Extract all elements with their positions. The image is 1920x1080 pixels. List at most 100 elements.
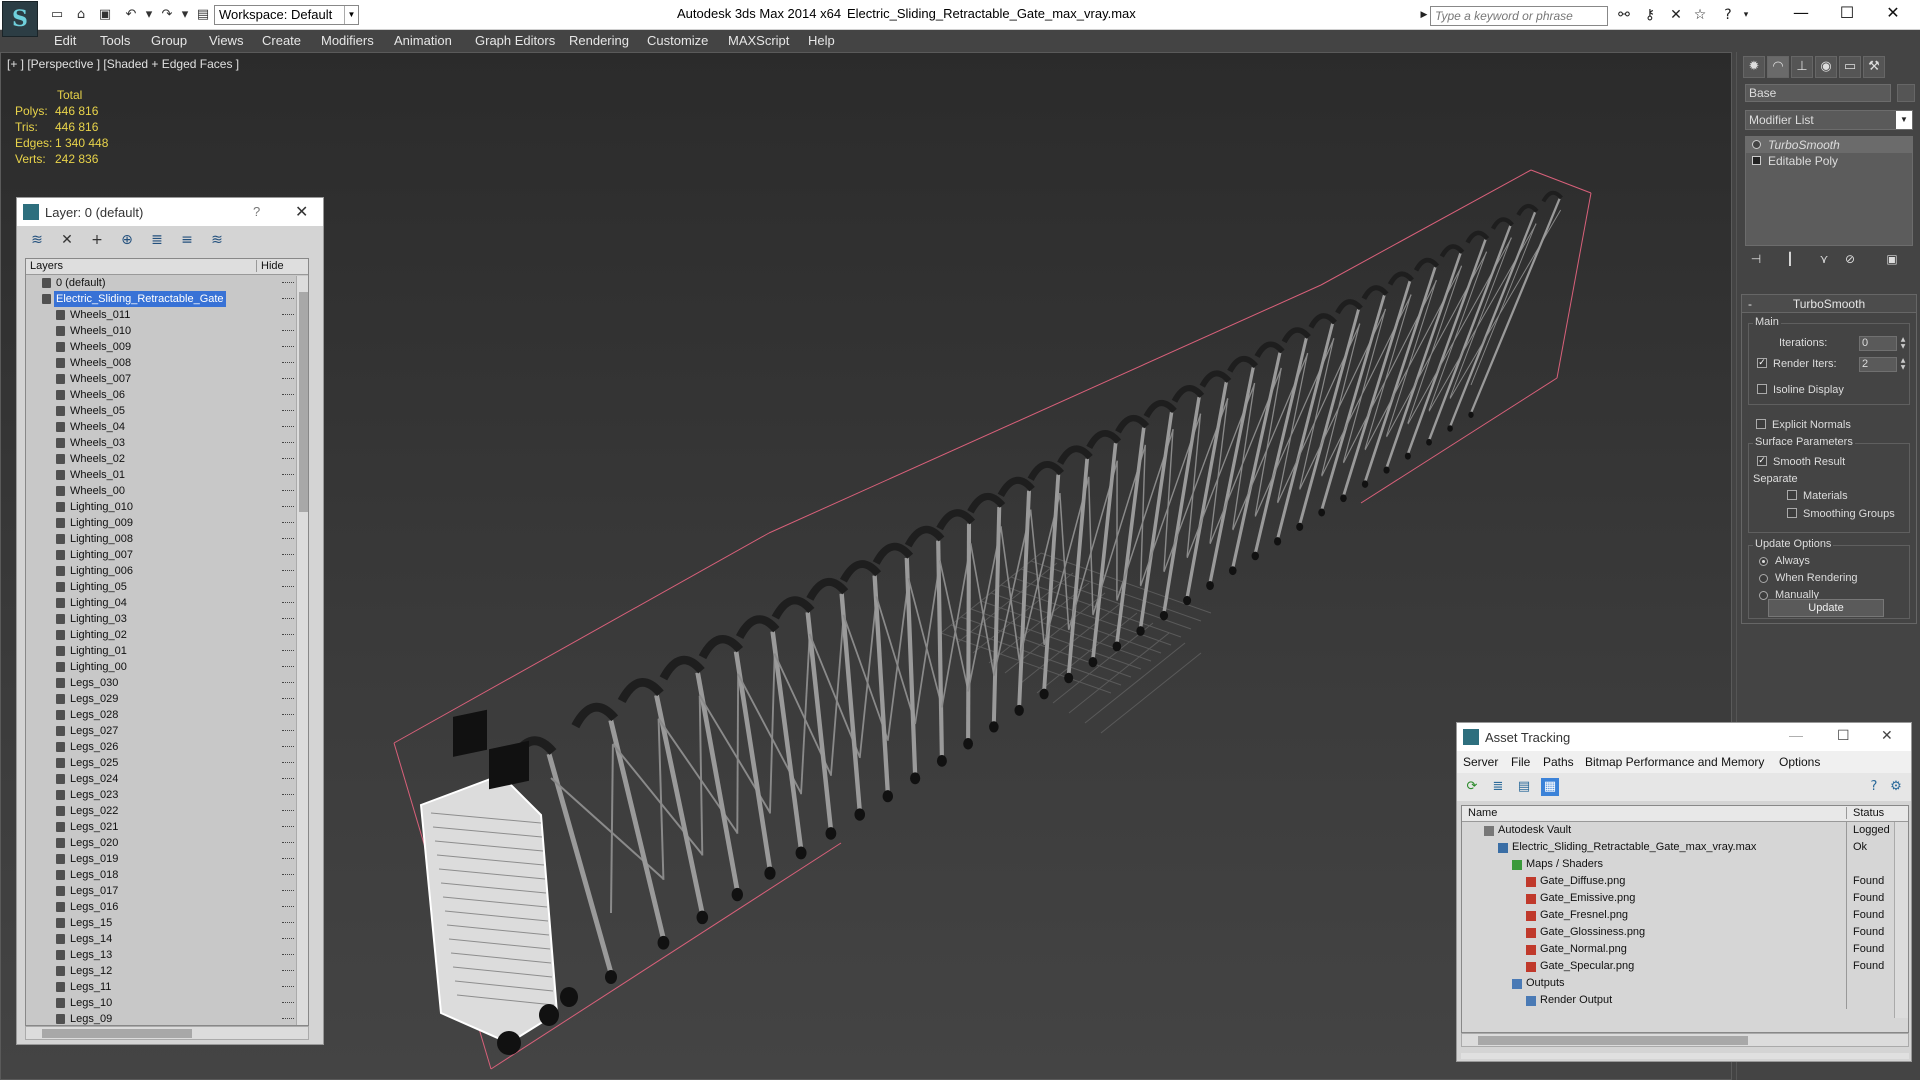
hide-toggle[interactable]: [282, 554, 294, 556]
minimize-icon[interactable]: —: [1778, 0, 1824, 30]
undo-dropdown-icon[interactable]: ▾: [140, 6, 158, 24]
menu-bitmap-performance[interactable]: Bitmap Performance and Memory: [1585, 755, 1764, 769]
layer-row[interactable]: Legs_027: [26, 723, 308, 739]
smooth-result-checkbox[interactable]: ✓: [1757, 456, 1767, 466]
collapse-icon[interactable]: -: [1748, 295, 1752, 313]
asset-row[interactable]: Maps / Shaders: [1462, 856, 1908, 873]
hide-toggle[interactable]: [282, 570, 294, 572]
close-icon[interactable]: ✕: [1881, 727, 1893, 744]
highlight-layer-icon[interactable]: ≡: [177, 230, 197, 250]
hide-toggle[interactable]: [282, 970, 294, 972]
asset-row[interactable]: Gate_Normal.png Found: [1462, 941, 1908, 958]
menu-help[interactable]: Help: [808, 33, 835, 48]
add-selection-icon[interactable]: ⊕: [117, 230, 137, 250]
select-objects-icon[interactable]: ≣: [147, 230, 167, 250]
hide-toggle[interactable]: [282, 634, 294, 636]
motion-tab-icon[interactable]: ◉: [1815, 56, 1837, 78]
menu-file[interactable]: File: [1511, 755, 1530, 769]
layer-row[interactable]: Legs_025: [26, 755, 308, 771]
layer-row[interactable]: Lighting_010: [26, 499, 308, 515]
hide-toggle[interactable]: [282, 778, 294, 780]
menu-create[interactable]: Create: [262, 33, 301, 48]
layer-explorer-titlebar[interactable]: Layer: 0 (default) ? ✕: [17, 198, 323, 226]
hide-toggle[interactable]: [282, 282, 294, 284]
layer-row[interactable]: Legs_15: [26, 915, 308, 931]
layer-row[interactable]: Legs_019: [26, 851, 308, 867]
hide-toggle[interactable]: [282, 442, 294, 444]
hide-toggle[interactable]: [282, 522, 294, 524]
make-unique-icon[interactable]: ⋎: [1815, 252, 1833, 268]
hide-toggle[interactable]: [282, 506, 294, 508]
layer-row[interactable]: Legs_024: [26, 771, 308, 787]
layer-row[interactable]: Wheels_00: [26, 483, 308, 499]
search-input[interactable]: Type a keyword or phrase: [1430, 6, 1608, 26]
layer-row[interactable]: Wheels_05: [26, 403, 308, 419]
layer-row[interactable]: Legs_11: [26, 979, 308, 995]
hide-toggle[interactable]: [282, 1002, 294, 1004]
vertical-scrollbar[interactable]: [296, 276, 308, 1025]
layer-row[interactable]: Lighting_04: [26, 595, 308, 611]
stack-item-turbosmooth[interactable]: TurboSmooth: [1746, 137, 1912, 153]
favorites-icon[interactable]: ☆: [1690, 6, 1710, 24]
binoculars-icon[interactable]: ⚯: [1614, 6, 1634, 24]
asset-row[interactable]: Gate_Glossiness.png Found: [1462, 924, 1908, 941]
hide-toggle[interactable]: [282, 826, 294, 828]
help-icon[interactable]: ?: [1718, 6, 1738, 24]
column-header-status[interactable]: Status: [1846, 807, 1884, 819]
modify-tab-icon[interactable]: ◠: [1767, 56, 1789, 78]
hide-toggle[interactable]: [282, 394, 294, 396]
hide-toggle[interactable]: [282, 858, 294, 860]
help-icon[interactable]: ?: [253, 204, 260, 219]
layer-row[interactable]: Lighting_007: [26, 547, 308, 563]
asset-row[interactable]: Gate_Specular.png Found: [1462, 958, 1908, 975]
layer-row[interactable]: 0 (default): [26, 275, 308, 291]
hide-toggle[interactable]: [282, 490, 294, 492]
menu-customize[interactable]: Customize: [647, 33, 708, 48]
horizontal-scrollbar[interactable]: [25, 1026, 309, 1040]
asset-row[interactable]: Outputs: [1462, 975, 1908, 992]
layer-row[interactable]: Legs_016: [26, 899, 308, 915]
layer-row[interactable]: Legs_018: [26, 867, 308, 883]
asset-tracking-titlebar[interactable]: Asset Tracking — ☐ ✕: [1457, 723, 1911, 751]
layer-row[interactable]: Legs_026: [26, 739, 308, 755]
layer-row[interactable]: Wheels_010: [26, 323, 308, 339]
hide-toggle[interactable]: [282, 362, 294, 364]
hide-toggle[interactable]: [282, 938, 294, 940]
hide-toggle[interactable]: [282, 586, 294, 588]
help-icon[interactable]: ?: [1865, 778, 1883, 796]
viewport-label[interactable]: [+ ] [Perspective ] [Shaded + Edged Face…: [7, 57, 239, 71]
column-header-layers[interactable]: Layers: [30, 260, 63, 272]
column-header-hide[interactable]: Hide: [256, 260, 284, 272]
hide-toggle[interactable]: [282, 890, 294, 892]
layer-row[interactable]: Electric_Sliding_Retractable_Gate: [26, 291, 308, 307]
list-view-icon[interactable]: ≣: [1489, 778, 1507, 796]
maximize-icon[interactable]: ☐: [1837, 727, 1850, 744]
iterations-spinner[interactable]: 0: [1859, 336, 1897, 351]
asset-row[interactable]: Gate_Emissive.png Found: [1462, 890, 1908, 907]
hierarchy-tab-icon[interactable]: ⊥: [1791, 56, 1813, 78]
redo-dropdown-icon[interactable]: ▾: [176, 6, 194, 24]
menu-modifiers[interactable]: Modifiers: [321, 33, 374, 48]
smoothing-groups-checkbox[interactable]: [1787, 508, 1797, 518]
configure-sets-icon[interactable]: ▣: [1883, 252, 1901, 268]
layer-row[interactable]: Legs_022: [26, 803, 308, 819]
create-layer-icon[interactable]: +: [87, 230, 107, 250]
layer-row[interactable]: Legs_12: [26, 963, 308, 979]
layer-row[interactable]: Wheels_009: [26, 339, 308, 355]
horizontal-scrollbar[interactable]: [1461, 1033, 1909, 1047]
minimize-icon[interactable]: —: [1789, 727, 1803, 743]
layer-row[interactable]: Legs_13: [26, 947, 308, 963]
layer-row[interactable]: Legs_021: [26, 819, 308, 835]
asset-row[interactable]: Electric_Sliding_Retractable_Gate_max_vr…: [1462, 839, 1908, 856]
hide-toggle[interactable]: [282, 618, 294, 620]
object-name-field[interactable]: Base: [1745, 84, 1891, 102]
column-header-name[interactable]: Name: [1468, 807, 1497, 819]
layer-row[interactable]: Lighting_05: [26, 579, 308, 595]
menu-rendering[interactable]: Rendering: [569, 33, 629, 48]
spinner-arrows-icon[interactable]: ▲ ▼: [1899, 336, 1907, 351]
menu-animation[interactable]: Animation: [394, 33, 452, 48]
menu-maxscript[interactable]: MAXScript: [728, 33, 789, 48]
layer-row[interactable]: Wheels_03: [26, 435, 308, 451]
hide-toggle[interactable]: [282, 602, 294, 604]
app-menu-button[interactable]: S: [2, 1, 38, 37]
